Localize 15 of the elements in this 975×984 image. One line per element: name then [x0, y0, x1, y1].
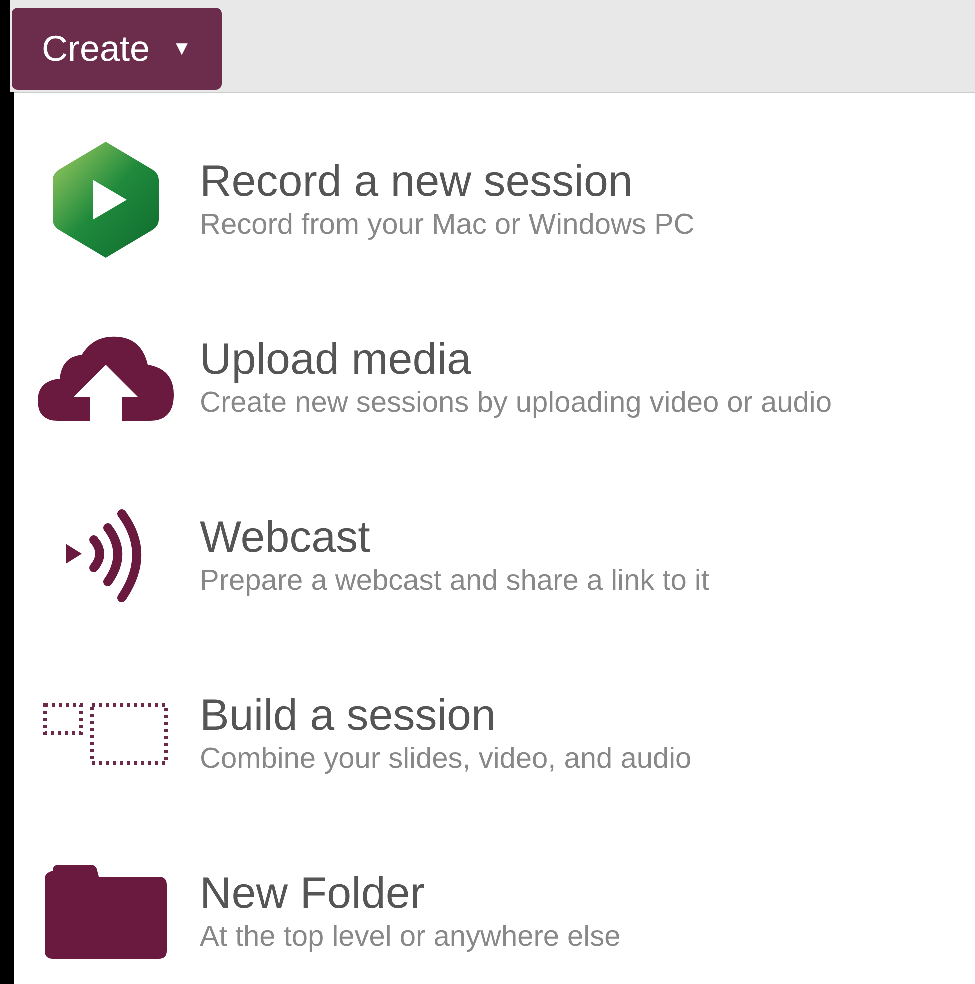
menu-item-description: Prepare a webcast and share a link to it: [200, 564, 710, 599]
dotted-frames-icon: [42, 702, 170, 766]
menu-item-title[interactable]: Build a session: [200, 691, 692, 742]
menu-item-description: Combine your slides, video, and audio: [200, 742, 692, 777]
menu-item-title[interactable]: New Folder: [200, 869, 621, 920]
menu-item-description: Record from your Mac or Windows PC: [200, 208, 695, 243]
menu-item-title[interactable]: Record a new session: [200, 157, 695, 208]
menu-item-description: Create new sessions by uploading video or audio: [200, 386, 832, 421]
menu-item-title[interactable]: Webcast: [200, 513, 710, 564]
menu-item-title[interactable]: Upload media: [200, 335, 832, 386]
create-button[interactable]: Create ▼: [12, 8, 222, 90]
play-logo-icon: [51, 140, 161, 260]
menu-item-description: At the top level or anywhere else: [200, 920, 621, 955]
cloud-upload-icon: [38, 335, 174, 421]
folder-icon: [45, 865, 167, 959]
